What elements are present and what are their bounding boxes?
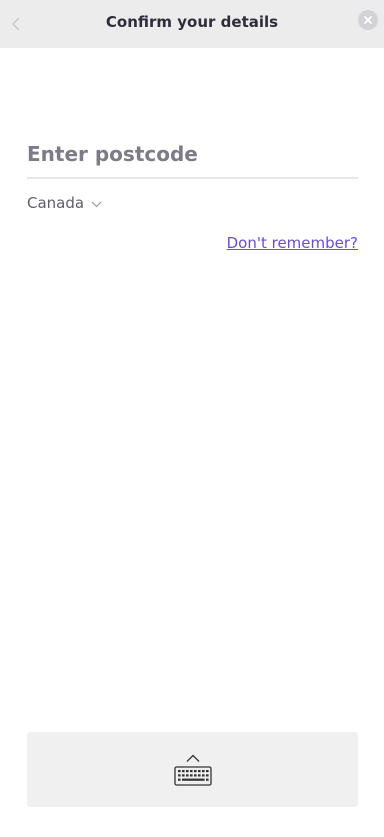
- keyboard-icon: [173, 765, 212, 786]
- page-title: Confirm your details: [105, 13, 279, 31]
- chevron-up-icon: [186, 754, 199, 762]
- show-keyboard-button[interactable]: [27, 732, 358, 807]
- chevron-down-icon: [91, 201, 102, 208]
- country-selected-value: Canada: [27, 194, 85, 212]
- close-icon: [364, 16, 372, 24]
- country-select[interactable]: Canada: [27, 192, 102, 214]
- postcode-input[interactable]: [27, 136, 358, 172]
- postcode-underline: [27, 177, 358, 179]
- dont-remember-link[interactable]: Don't remember?: [227, 234, 358, 252]
- header-bar: Confirm your details: [0, 0, 384, 48]
- close-button[interactable]: [358, 10, 378, 30]
- confirm-details-screen: Confirm your details Canada Don't rememb…: [0, 0, 384, 837]
